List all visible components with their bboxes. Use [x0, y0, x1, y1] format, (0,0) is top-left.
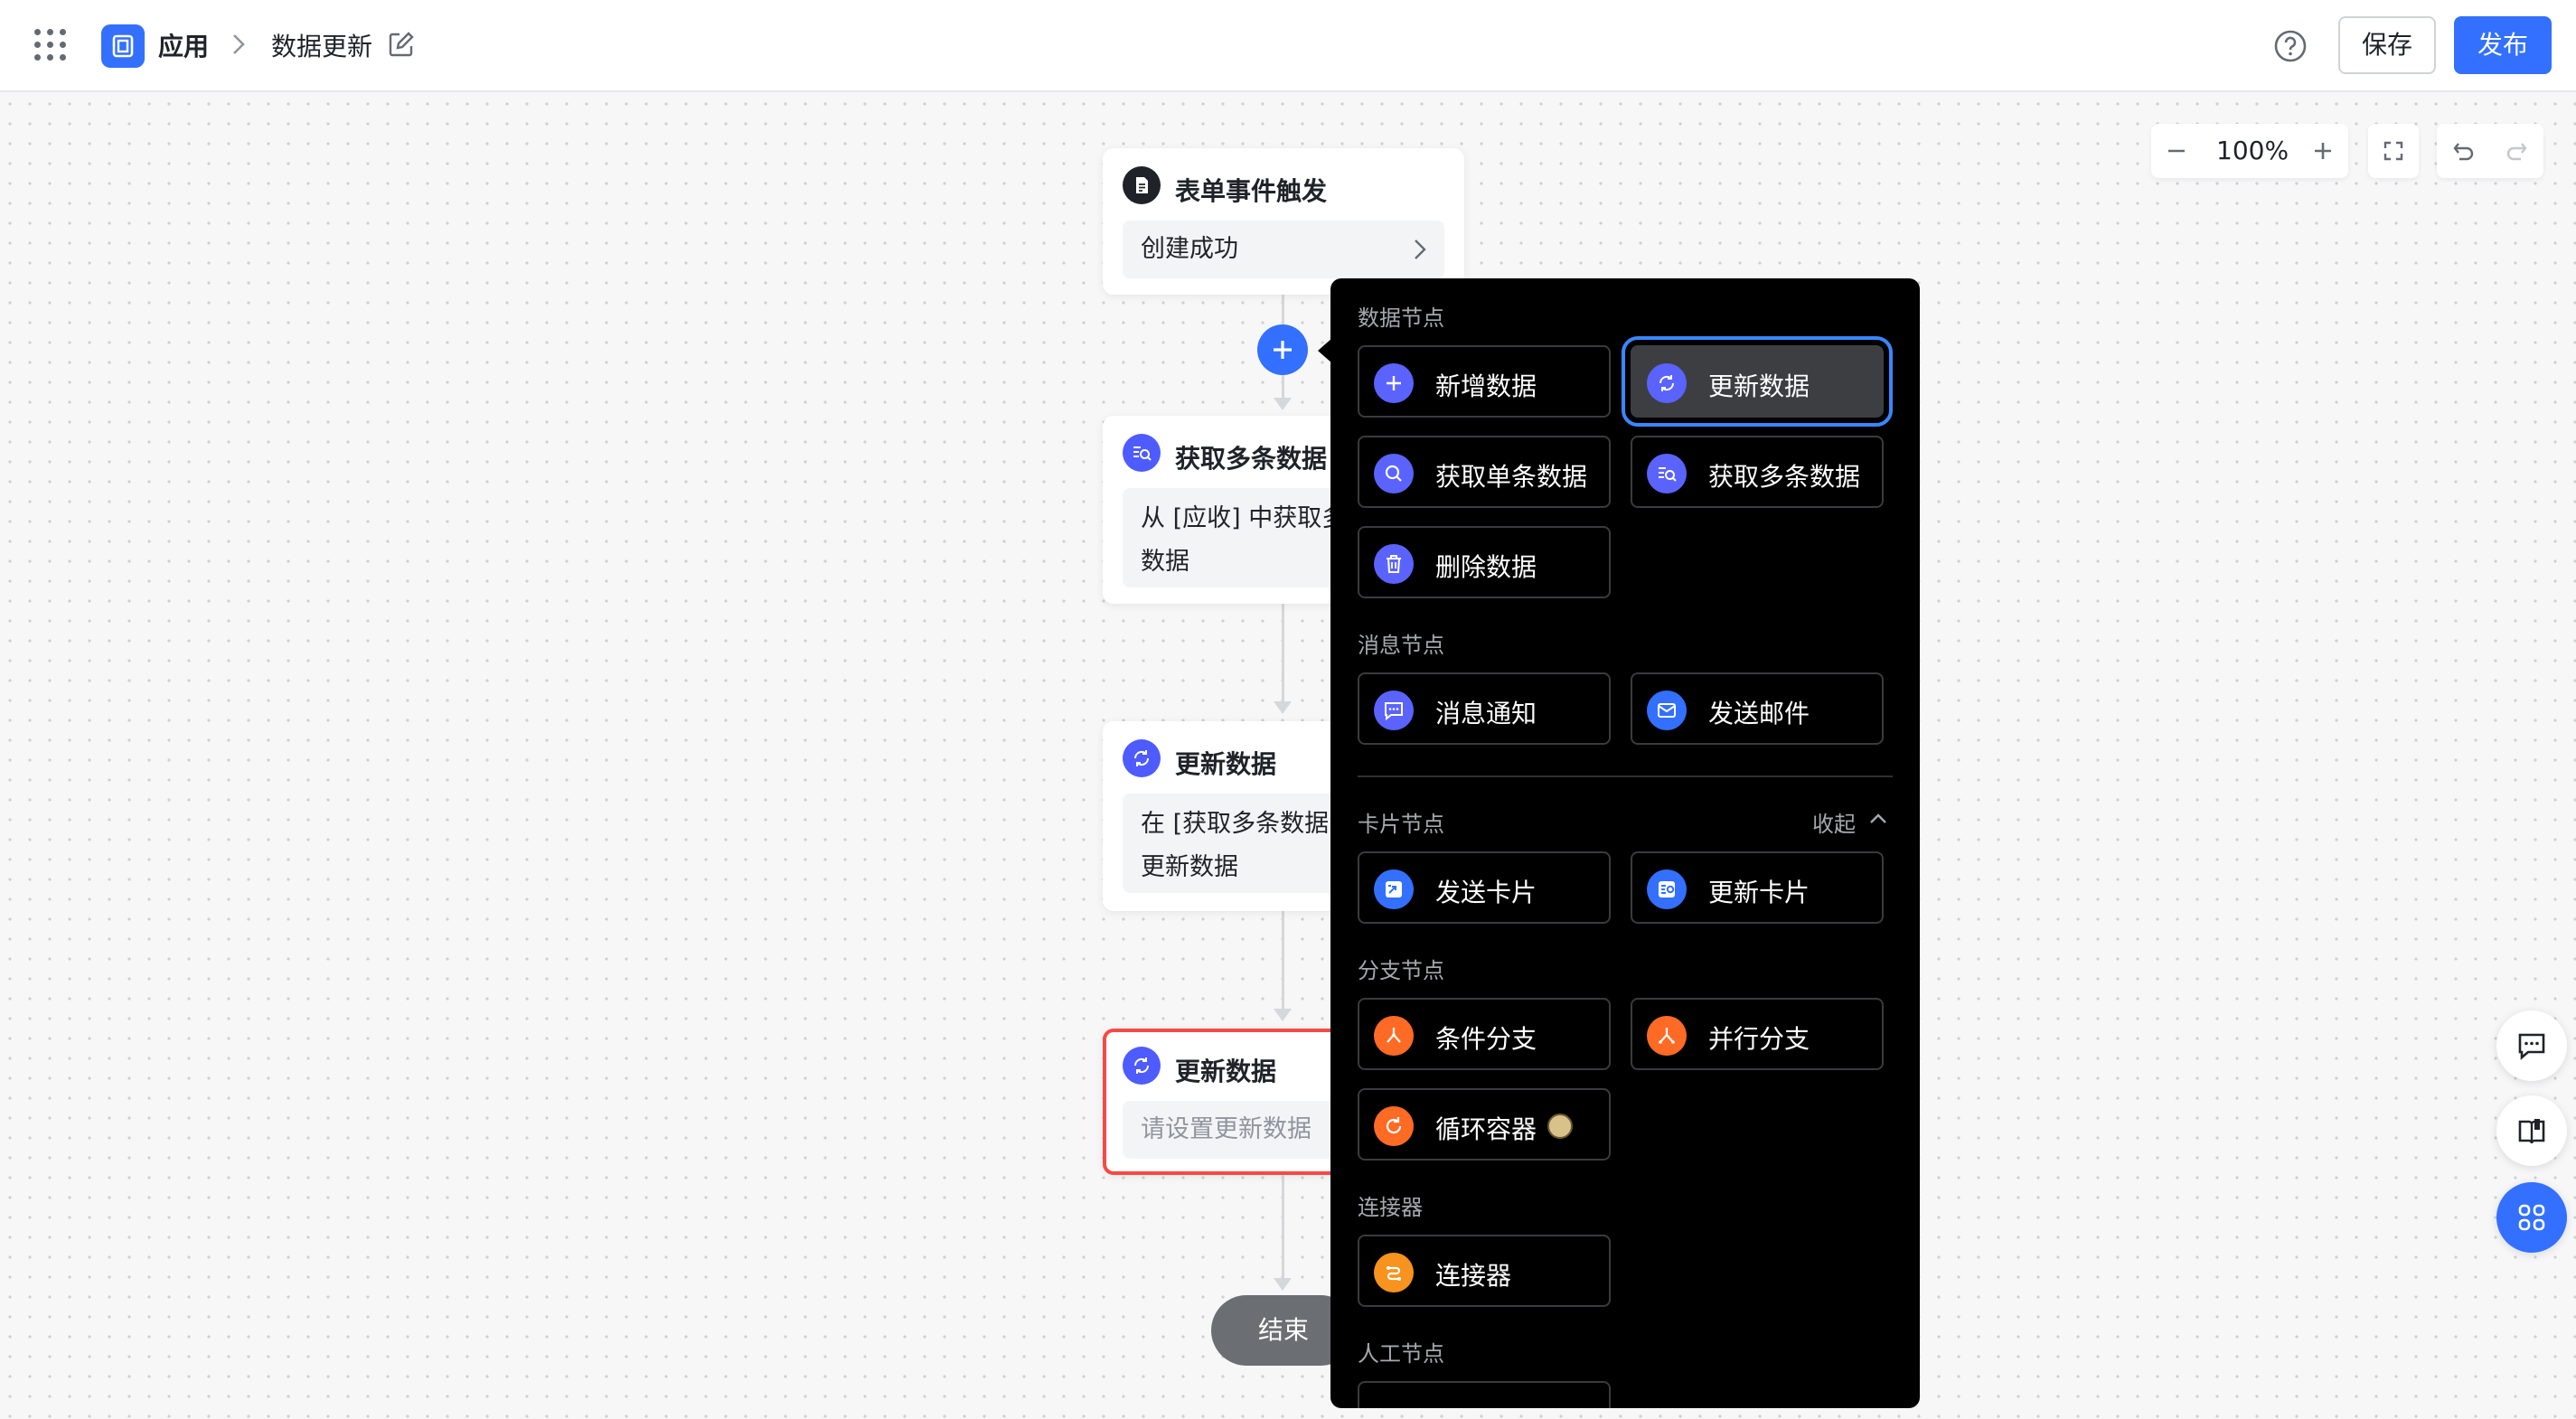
option-label: 并行分支	[1708, 1024, 1810, 1054]
redo-button[interactable]	[2491, 124, 2542, 178]
connector-line	[1282, 374, 1284, 399]
connector-arrow	[1274, 1278, 1292, 1291]
node-title: 更新数据	[1175, 749, 1277, 779]
option-label: 发送邮件	[1708, 699, 1810, 728]
fullscreen-icon	[2368, 124, 2419, 178]
connector-option[interactable]: 连接器	[1358, 1235, 1611, 1307]
option-label: 获取多条数据	[1708, 462, 1861, 492]
beta-badge-icon	[1547, 1114, 1573, 1139]
update-card-option[interactable]: 更新卡片	[1631, 851, 1884, 924]
collapse-toggle[interactable]: 收起	[1812, 806, 1886, 838]
book-icon	[2518, 1119, 2545, 1144]
plus-icon	[1374, 363, 1414, 403]
node-title: 获取多条数据	[1175, 444, 1328, 474]
message-notify-option[interactable]: 消息通知	[1358, 672, 1611, 745]
get-many-data-option[interactable]: 获取多条数据	[1631, 436, 1884, 508]
loop-icon	[1374, 1106, 1414, 1146]
publish-button[interactable]: 发布	[2454, 16, 2552, 74]
refresh-icon	[1647, 363, 1687, 403]
loop-container-option[interactable]: 循环容器	[1358, 1088, 1611, 1161]
query-list-icon	[1123, 434, 1161, 472]
app-logo-icon[interactable]	[101, 24, 145, 68]
plus-icon	[1274, 341, 1292, 359]
trash-icon	[1374, 544, 1414, 584]
card-update-icon	[1647, 869, 1687, 909]
trigger-event-label: 创建成功	[1141, 235, 1238, 263]
app-launcher-icon[interactable]	[34, 29, 67, 61]
section-title-branch: 分支节点	[1358, 958, 1444, 983]
node-picker-popup: 数据节点 新增数据 更新数据 获取单条数据 获取多条数据 删除数据 消息节点 消…	[1330, 278, 1920, 1408]
zoom-out-button[interactable]	[2151, 124, 2202, 178]
undo-button[interactable]	[2439, 124, 2489, 178]
chevron-up-icon	[1870, 813, 1886, 823]
branch-icon	[1374, 1016, 1414, 1056]
docs-button[interactable]	[2496, 1095, 2567, 1166]
section-title-message: 消息节点	[1358, 633, 1444, 658]
apps-button[interactable]	[2496, 1182, 2567, 1253]
condition-branch-option[interactable]: 条件分支	[1358, 998, 1611, 1070]
connector-line	[1282, 604, 1284, 703]
history-control	[2437, 124, 2543, 178]
option-label: 更新卡片	[1708, 878, 1810, 907]
option-label: 消息通知	[1435, 699, 1537, 728]
fit-view-button[interactable]	[2368, 124, 2419, 178]
node-title: 表单事件触发	[1175, 176, 1328, 206]
parallel-branch-option[interactable]: 并行分支	[1631, 998, 1884, 1070]
node-title: 更新数据	[1175, 1057, 1277, 1086]
page-title: 数据更新	[271, 32, 373, 61]
grid-icon	[2518, 1204, 2545, 1231]
send-card-option[interactable]: 发送卡片	[1358, 851, 1611, 924]
divider	[1358, 775, 1893, 777]
connector-arrow	[1274, 398, 1292, 410]
trigger-node[interactable]: 表单事件触发 创建成功	[1103, 148, 1464, 295]
collapse-label: 收起	[1812, 812, 1856, 837]
option-label: 更新数据	[1708, 371, 1810, 401]
zoom-in-button[interactable]	[2298, 124, 2348, 178]
section-title-manual: 人工节点	[1358, 1341, 1444, 1367]
section-title-connector: 连接器	[1358, 1195, 1423, 1220]
add-node-button[interactable]	[1257, 324, 1308, 375]
option-label: 获取单条数据	[1435, 462, 1588, 492]
chevron-right-icon	[1415, 240, 1426, 259]
option-label: 新增数据	[1435, 371, 1537, 401]
trigger-event-select[interactable]: 创建成功	[1123, 221, 1444, 278]
chat-icon	[1374, 691, 1414, 730]
save-button[interactable]: 保存	[2338, 16, 2436, 74]
option-label: 连接器	[1435, 1261, 1512, 1291]
option-label: 删除数据	[1435, 552, 1537, 582]
section-title-data: 数据节点	[1358, 305, 1444, 331]
top-bar: 应用 数据更新 保存 发布	[0, 0, 2576, 92]
connector-arrow	[1274, 701, 1292, 714]
option-label: 循环容器	[1435, 1114, 1537, 1144]
search-icon	[1374, 454, 1414, 493]
edit-icon[interactable]	[387, 30, 416, 59]
get-single-data-option[interactable]: 获取单条数据	[1358, 436, 1611, 508]
option-label: 发送卡片	[1435, 878, 1537, 907]
update-data-option[interactable]: 更新数据	[1622, 336, 1893, 427]
chat-icon	[2518, 1033, 2545, 1060]
section-title-card: 卡片节点	[1358, 812, 1444, 837]
option-label: 条件分支	[1435, 1024, 1537, 1054]
connector-icon	[1374, 1253, 1414, 1292]
connector-line	[1282, 1175, 1284, 1280]
add-data-option[interactable]: 新增数据	[1358, 345, 1611, 418]
connector-line	[1282, 295, 1284, 325]
chevron-right-icon	[233, 34, 245, 54]
query-list-icon	[1647, 454, 1687, 493]
card-send-icon	[1374, 869, 1414, 909]
send-mail-option[interactable]: 发送邮件	[1631, 672, 1884, 745]
help-icon[interactable]	[2273, 29, 2308, 63]
connector-arrow	[1274, 1009, 1292, 1021]
parallel-icon	[1647, 1016, 1687, 1056]
feedback-button[interactable]	[2496, 1010, 2567, 1081]
form-icon	[1123, 166, 1161, 204]
refresh-icon	[1123, 1047, 1161, 1085]
zoom-level: 100%	[2216, 136, 2289, 165]
manual-option-partial[interactable]	[1358, 1381, 1611, 1408]
mail-icon	[1647, 691, 1687, 730]
delete-data-option[interactable]: 删除数据	[1358, 526, 1611, 598]
refresh-icon	[1123, 739, 1161, 777]
breadcrumb-app[interactable]: 应用	[158, 27, 209, 63]
connector-line	[1282, 911, 1284, 1010]
